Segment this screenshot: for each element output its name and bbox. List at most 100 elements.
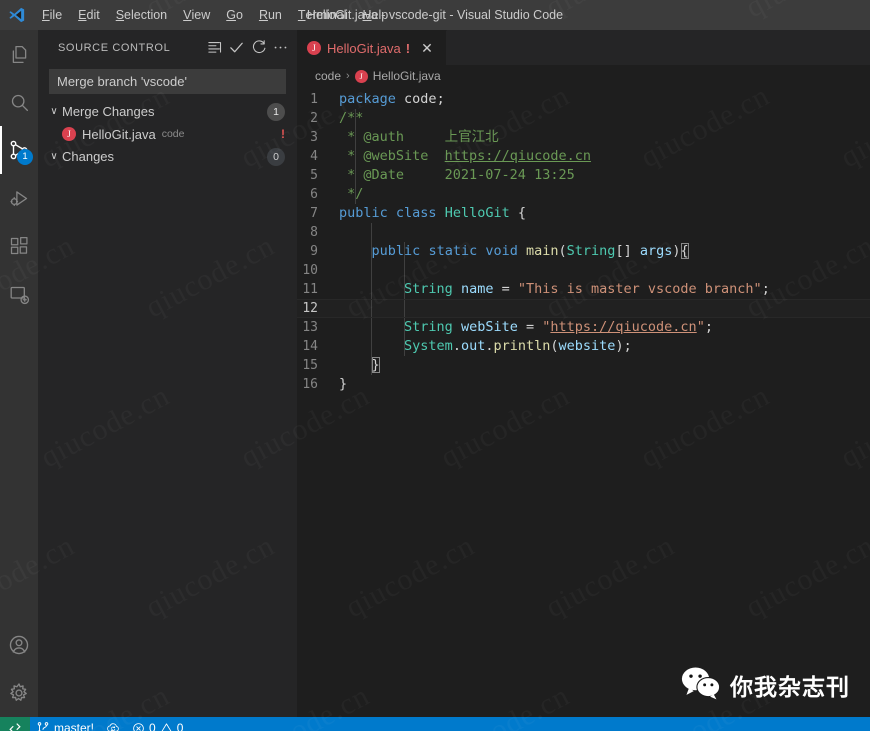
menu-bar[interactable]: FileEditSelectionViewGoRunTerminalHelp [34, 0, 396, 30]
sidebar-action-more[interactable] [269, 37, 291, 59]
line-number: 11 [297, 280, 339, 299]
code-line[interactable]: 2/** [297, 109, 870, 128]
code-line[interactable]: 7public class HelloGit { [297, 204, 870, 223]
sc-group-label: Merge Changes [62, 104, 267, 119]
activity-bar-item-search[interactable] [0, 78, 38, 126]
token-plain [339, 357, 372, 373]
menu-file[interactable]: File [34, 0, 70, 30]
breadcrumb: code›JHelloGit.java [297, 65, 870, 87]
vscode-logo-icon [0, 6, 34, 24]
code-line[interactable]: 10 [297, 261, 870, 280]
remote-indicator[interactable] [0, 717, 30, 731]
code-line[interactable]: 11 String name = "This is master vscode … [297, 280, 870, 299]
token-link: https://qiucode.cn [445, 148, 591, 164]
line-content: } [339, 375, 870, 394]
token-str: " [697, 319, 705, 335]
line-content: package code; [339, 90, 870, 109]
code-line[interactable]: 6 */ [297, 185, 870, 204]
menu-edit[interactable]: Edit [70, 0, 108, 30]
line-content: } [339, 356, 870, 375]
close-icon[interactable]: ✕ [418, 39, 436, 57]
line-number: 16 [297, 375, 339, 394]
check-icon [228, 39, 245, 56]
token-plain: [] [615, 243, 639, 259]
code-line[interactable]: 4 * @webSite https://qiucode.cn [297, 147, 870, 166]
token-plain: ( [550, 338, 558, 354]
status-bar-item-sync[interactable] [100, 717, 126, 731]
git-branch-icon [36, 721, 50, 731]
token-plain: ) [672, 243, 680, 259]
commit-message-input[interactable] [49, 69, 286, 94]
menu-selection[interactable]: Selection [108, 0, 175, 30]
token-plain: ; [762, 281, 770, 297]
indent-guide [371, 337, 372, 356]
status-bar-item-branch[interactable]: master! [30, 717, 100, 731]
tab-hellogit-java[interactable]: J HelloGit.java ! ✕ [297, 30, 447, 65]
sidebar-action-commit[interactable] [225, 37, 247, 59]
breadcrumb-item-hellogit-java[interactable]: JHelloGit.java [355, 69, 441, 83]
chevron-down-icon: ∨ [46, 106, 62, 117]
sc-group-merge-changes[interactable]: ∨Merge Changes1 [38, 100, 297, 123]
code-line[interactable]: 15 } [297, 356, 870, 375]
token-kw: package [339, 91, 396, 107]
token-plain: } [339, 376, 347, 392]
activity-bar-item-explorer[interactable] [0, 30, 38, 78]
status-bar-item-problems[interactable]: 00 [126, 717, 189, 731]
code-line[interactable]: 12 [297, 299, 870, 318]
code-line[interactable]: 5 * @Date 2021-07-24 13:25 [297, 166, 870, 185]
sc-file-row[interactable]: JHelloGit.javacode! [38, 123, 297, 145]
indent-guide [371, 300, 372, 317]
indent-guide [371, 318, 372, 337]
title-bar: FileEditSelectionViewGoRunTerminalHelp H… [0, 0, 870, 30]
gear-icon [8, 682, 30, 704]
code-editor[interactable]: 1package code;2/**3 * @auth 上官江北4 * @web… [297, 87, 870, 717]
token-plain [339, 243, 372, 259]
account-icon [8, 634, 30, 656]
sidebar-title: SOURCE CONTROL [58, 42, 203, 54]
code-line[interactable]: 14 System.out.println(website); [297, 337, 870, 356]
token-bracket: } [372, 357, 380, 373]
error-circle-icon [132, 722, 145, 731]
token-var: webSite [461, 319, 518, 335]
line-content: */ [339, 185, 870, 204]
sidebar-action-refresh[interactable] [247, 37, 269, 59]
code-line[interactable]: 3 * @auth 上官江北 [297, 128, 870, 147]
code-line[interactable]: 16} [297, 375, 870, 394]
token-kw: static [428, 243, 477, 259]
run-debug-icon [9, 188, 30, 209]
breadcrumb-item-code[interactable]: code [315, 69, 341, 83]
java-file-icon: J [62, 127, 76, 141]
indent-guide [371, 223, 372, 242]
activity-bar-top-group: 1 [0, 30, 38, 318]
code-line[interactable]: 1package code; [297, 90, 870, 109]
sidebar-actions [203, 37, 291, 59]
activity-bar-item-remote-explorer[interactable] [0, 270, 38, 318]
menu-terminal[interactable]: Terminal [290, 0, 355, 30]
menu-go[interactable]: Go [218, 0, 251, 30]
menu-view[interactable]: View [175, 0, 218, 30]
sc-group-count-badge: 0 [267, 148, 285, 166]
token-kw: public [339, 205, 388, 221]
token-strlink: https://qiucode.cn [550, 319, 696, 335]
activity-bar-item-accounts[interactable] [0, 621, 38, 669]
activity-bar-item-settings[interactable] [0, 669, 38, 717]
menu-help[interactable]: Help [355, 0, 397, 30]
line-number: 10 [297, 261, 339, 280]
code-line[interactable]: 13 String webSite = "https://qiucode.cn"… [297, 318, 870, 337]
line-number: 15 [297, 356, 339, 375]
indent-guide [371, 280, 372, 299]
activity-bar-spacer [0, 318, 38, 621]
token-plain: . [453, 338, 461, 354]
token-plain [396, 91, 404, 107]
code-line[interactable]: 8 [297, 223, 870, 242]
indent-guide [404, 318, 405, 337]
code-line[interactable]: 9 public static void main(String[] args)… [297, 242, 870, 261]
activity-bar-item-run-and-debug[interactable] [0, 174, 38, 222]
token-plain [453, 319, 461, 335]
wechat-label: 你我杂志刊 [730, 668, 850, 702]
activity-bar-item-extensions[interactable] [0, 222, 38, 270]
activity-bar-item-source-control[interactable]: 1 [0, 126, 38, 174]
sc-group-changes[interactable]: ∨Changes0 [38, 145, 297, 168]
menu-run[interactable]: Run [251, 0, 290, 30]
sidebar-action-view-as-list[interactable] [203, 37, 225, 59]
